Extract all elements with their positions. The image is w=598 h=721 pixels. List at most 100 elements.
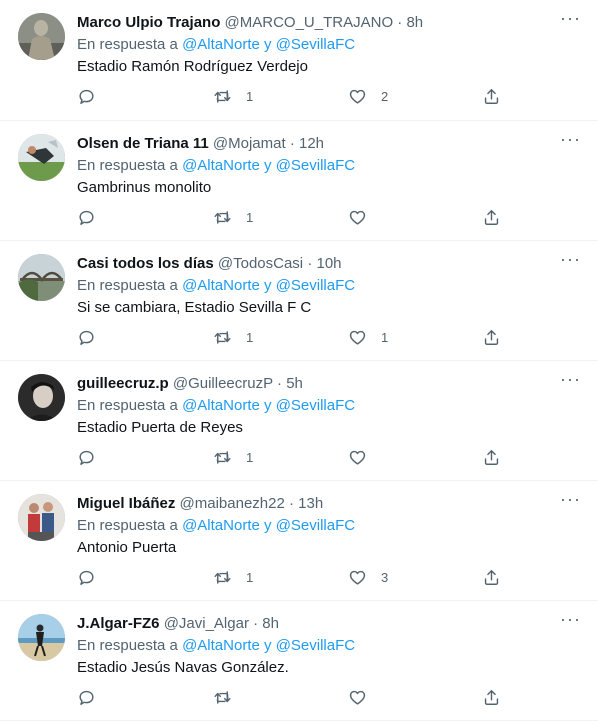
tweet[interactable]: Miguel Ibáñez @maibanezh22 · 13h En resp… xyxy=(0,481,598,601)
tweet-header: J.Algar-FZ6 @Javi_Algar · 8h xyxy=(77,614,580,634)
like-button[interactable] xyxy=(348,447,391,467)
share-button[interactable] xyxy=(482,86,501,106)
more-options-icon[interactable]: ··· xyxy=(560,610,580,633)
reply-and[interactable]: y xyxy=(264,397,272,414)
mention-link[interactable]: @AltaNorte xyxy=(182,637,260,654)
mention-link[interactable]: @SevillaFC xyxy=(276,36,355,53)
reply-and[interactable]: y xyxy=(264,277,272,294)
timestamp[interactable]: 8h xyxy=(262,615,279,632)
retweet-button[interactable]: 1 xyxy=(213,567,256,587)
mention-link[interactable]: @SevillaFC xyxy=(276,157,355,174)
reply-button[interactable] xyxy=(77,687,120,707)
tweet[interactable]: J.Algar-FZ6 @Javi_Algar · 8h En respuest… xyxy=(0,601,598,721)
separator-dot: · xyxy=(288,495,294,512)
tweet-text: Estadio Ramón Rodríguez Verdejo xyxy=(77,58,308,75)
reply-button[interactable] xyxy=(77,207,120,227)
author-handle[interactable]: @maibanezh22 xyxy=(180,495,285,512)
separator-dot: · xyxy=(307,255,313,272)
share-button[interactable] xyxy=(482,567,501,587)
retweet-button[interactable]: 1 xyxy=(213,86,256,106)
mention-link[interactable]: @AltaNorte xyxy=(182,157,260,174)
author-name[interactable]: Olsen de Triana 11 xyxy=(77,135,209,152)
football-avatar xyxy=(18,134,65,181)
share-button[interactable] xyxy=(482,327,501,347)
author-handle[interactable]: @MARCO_U_TRAJANO xyxy=(225,14,394,31)
more-options-icon[interactable]: ··· xyxy=(560,130,580,153)
mention-link[interactable]: @AltaNorte xyxy=(182,397,260,414)
author-name[interactable]: J.Algar-FZ6 xyxy=(77,615,160,632)
like-button[interactable]: 2 xyxy=(348,86,391,106)
heart-icon xyxy=(349,330,366,345)
heart-icon xyxy=(349,210,366,225)
share-button[interactable] xyxy=(482,207,501,227)
reply-and[interactable]: y xyxy=(264,157,272,174)
mention-link[interactable]: @SevillaFC xyxy=(276,637,355,654)
avatar[interactable] xyxy=(18,13,65,60)
share-icon xyxy=(484,449,499,465)
action-bar: 1 3 xyxy=(77,567,507,587)
author-handle[interactable]: @GuilleecruzP xyxy=(173,375,273,392)
mention-link[interactable]: @SevillaFC xyxy=(276,397,355,414)
author-name[interactable]: Miguel Ibáñez xyxy=(77,495,175,512)
action-bar: 1 xyxy=(77,447,507,467)
avatar[interactable] xyxy=(18,134,65,181)
author-handle[interactable]: @Javi_Algar xyxy=(164,615,249,632)
author-name[interactable]: Marco Ulpio Trajano xyxy=(77,14,220,31)
retweet-count: 1 xyxy=(246,569,254,585)
more-options-icon[interactable]: ··· xyxy=(560,250,580,273)
reply-button[interactable] xyxy=(77,447,120,467)
timestamp[interactable]: 12h xyxy=(299,135,324,152)
reply-button[interactable] xyxy=(77,86,120,106)
tweet-content: Olsen de Triana 11 @Mojamat · 12h En res… xyxy=(77,134,580,198)
like-button[interactable]: 1 xyxy=(348,327,391,347)
avatar[interactable] xyxy=(18,254,65,301)
reply-prefix: En respuesta a xyxy=(77,277,178,294)
like-count: 2 xyxy=(381,88,389,104)
reply-and[interactable]: y xyxy=(264,517,272,534)
author-handle[interactable]: @Mojamat xyxy=(213,135,286,152)
timestamp[interactable]: 10h xyxy=(316,255,341,272)
retweet-button[interactable]: 1 xyxy=(213,327,256,347)
author-name[interactable]: Casi todos los días xyxy=(77,255,214,272)
tweet[interactable]: guilleecruz.p @GuilleecruzP · 5h En resp… xyxy=(0,361,598,481)
action-bar xyxy=(77,687,507,707)
mention-link[interactable]: @AltaNorte xyxy=(182,517,260,534)
like-button[interactable]: 3 xyxy=(348,567,391,587)
timestamp[interactable]: 5h xyxy=(286,375,303,392)
separator-dot: · xyxy=(289,135,295,152)
like-button[interactable] xyxy=(348,687,391,707)
share-button[interactable] xyxy=(482,687,501,707)
retweet-button[interactable]: 1 xyxy=(213,447,256,467)
reply-button[interactable] xyxy=(77,327,120,347)
action-bar: 1 2 xyxy=(77,86,507,106)
tweet[interactable]: Marco Ulpio Trajano @MARCO_U_TRAJANO · 8… xyxy=(0,0,598,121)
reply-and[interactable]: y xyxy=(264,637,272,654)
share-button[interactable] xyxy=(482,447,501,467)
avatar[interactable] xyxy=(18,614,65,661)
tweet-content: Miguel Ibáñez @maibanezh22 · 13h En resp… xyxy=(77,494,580,558)
tweet[interactable]: Casi todos los días @TodosCasi · 10h En … xyxy=(0,241,598,361)
mention-link[interactable]: @SevillaFC xyxy=(276,517,355,534)
mention-link[interactable]: @AltaNorte xyxy=(182,36,260,53)
author-name[interactable]: guilleecruz.p xyxy=(77,375,169,392)
more-options-icon[interactable]: ··· xyxy=(560,490,580,513)
reply-and[interactable]: y xyxy=(264,36,272,53)
timestamp[interactable]: 13h xyxy=(298,495,323,512)
mention-link[interactable]: @SevillaFC xyxy=(276,277,355,294)
more-options-icon[interactable]: ··· xyxy=(560,370,580,393)
timestamp[interactable]: 8h xyxy=(406,14,423,31)
reply-button[interactable] xyxy=(77,567,120,587)
separator-dot: · xyxy=(253,615,259,632)
avatar[interactable] xyxy=(18,494,65,541)
tweet-text: Estadio Jesús Navas González. xyxy=(77,659,289,676)
avatar[interactable] xyxy=(18,374,65,421)
tweet[interactable]: Olsen de Triana 11 @Mojamat · 12h En res… xyxy=(0,121,598,241)
reply-icon xyxy=(79,89,94,104)
author-handle[interactable]: @TodosCasi xyxy=(218,255,303,272)
mention-link[interactable]: @AltaNorte xyxy=(182,277,260,294)
like-button[interactable] xyxy=(348,207,391,227)
retweet-button[interactable] xyxy=(213,687,256,707)
more-options-icon[interactable]: ··· xyxy=(560,9,580,32)
retweet-button[interactable]: 1 xyxy=(213,207,256,227)
action-bar: 1 1 xyxy=(77,327,507,347)
